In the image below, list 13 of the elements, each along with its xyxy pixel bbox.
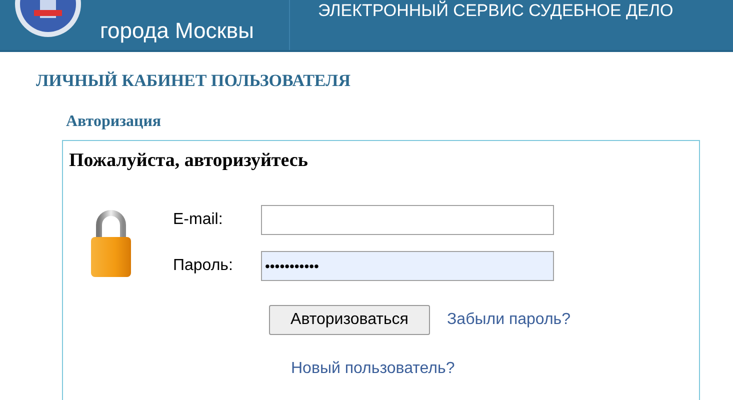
login-heading: Пожалуйста, авторизуйтесь [69,148,309,172]
padlock-icon [89,207,133,279]
page-title: ЛИЧНЫЙ КАБИНЕТ ПОЛЬЗОВАТЕЛЯ [36,70,352,92]
input-field[interactable]: ••••••••••• [261,251,554,281]
field-label: E-mail: [173,210,224,230]
site-name: города Москвы [100,18,254,43]
login-button[interactable]: Авторизоваться [269,305,430,335]
register-link[interactable]: Новый пользователь? [291,360,455,377]
forgot-password-link[interactable]: Забыли пароль? [447,308,571,332]
input-field[interactable] [261,205,554,235]
field-label: Пароль: [173,256,234,276]
service-title: ЭЛЕКТРОННЫЙ СЕРВИС СУДЕБНОЕ ДЕЛО [318,1,674,21]
section-title: Авторизация [66,112,162,132]
